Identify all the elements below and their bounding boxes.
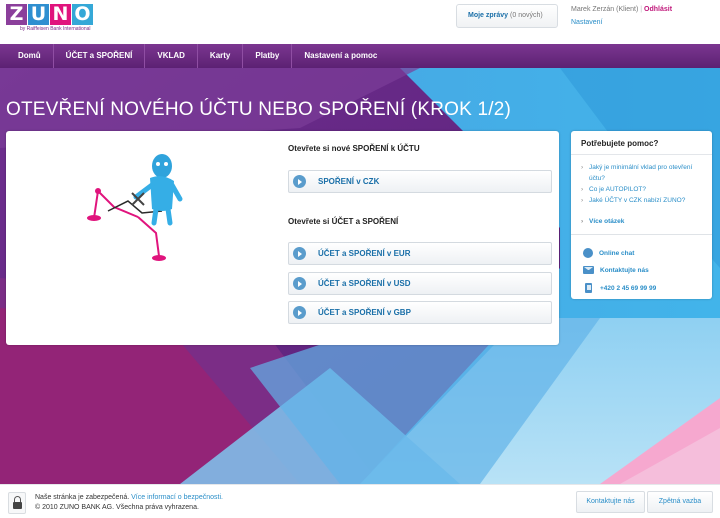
settings-link[interactable]: Nastavení <box>571 19 672 26</box>
nav-item-settings-help[interactable]: Nastavení a pomoc <box>292 44 389 68</box>
contact-label: Kontaktujte nás <box>600 266 649 274</box>
arrow-right-icon <box>293 175 306 188</box>
nav-item-home[interactable]: Domů <box>6 44 54 68</box>
help-question-link[interactable]: Jaké ÚČTY v CZK nabízí ZUNO? <box>581 195 707 206</box>
main-nav: Domů ÚČET a SPOŘENÍ VKLAD Karty Platby N… <box>0 44 720 68</box>
separator: | <box>640 6 643 13</box>
messages-count: (0 nových) <box>510 12 543 19</box>
help-question-link[interactable]: Jaký je minimální vklad pro otevření účt… <box>581 162 707 184</box>
option-label: ÚČET a SPOŘENÍ v EUR <box>318 249 411 258</box>
arrow-right-icon <box>293 247 306 260</box>
online-chat-link[interactable]: Online chat <box>583 248 634 258</box>
option-account-savings-gbp[interactable]: ÚČET a SPOŘENÍ v GBP <box>288 301 552 324</box>
nav-item-payments[interactable]: Platby <box>243 44 293 68</box>
option-label: ÚČET a SPOŘENÍ v GBP <box>318 308 411 317</box>
feedback-button[interactable]: Zpětná vazba <box>647 491 713 513</box>
account-options-panel: Otevřete si nové SPOŘENÍ k ÚČTU SPOŘENÍ … <box>6 131 559 345</box>
divider <box>571 234 712 235</box>
arrow-right-icon <box>293 306 306 319</box>
logout-link[interactable]: Odhlásit <box>644 6 672 13</box>
logo-letter: U <box>28 4 49 25</box>
security-notice: Naše stránka je zabezpečená. Více inform… <box>35 494 223 501</box>
logo-tagline: by Raiffeisen Bank International <box>20 26 91 32</box>
page-title: OTEVŘENÍ NOVÉHO ÚČTU NEBO SPOŘENÍ (KROK … <box>6 99 511 120</box>
nav-item-cards[interactable]: Karty <box>198 44 244 68</box>
contact-us-link[interactable]: Kontaktujte nás <box>583 266 649 274</box>
copyright: © 2010 ZUNO BANK AG. Všechna práva vyhra… <box>35 504 199 511</box>
secure-text: Naše stránka je zabezpečená. <box>35 494 130 501</box>
help-sidebar: Potřebujete pomoc? Jaký je minimální vkl… <box>571 131 712 299</box>
help-question-link[interactable]: Co je AUTOPILOT? <box>581 184 707 195</box>
option-account-savings-eur[interactable]: ÚČET a SPOŘENÍ v EUR <box>288 242 552 265</box>
option-label: ÚČET a SPOŘENÍ v USD <box>318 279 411 288</box>
option-account-savings-usd[interactable]: ÚČET a SPOŘENÍ v USD <box>288 272 552 295</box>
more-questions-link[interactable]: Více otázek <box>581 218 625 225</box>
header: Z U N O by Raiffeisen Bank International… <box>0 0 720 44</box>
phone-number: +420 2 45 69 99 99 <box>583 283 656 293</box>
chat-icon <box>583 248 593 258</box>
nav-item-deposit[interactable]: VKLAD <box>145 44 198 68</box>
contact-us-button[interactable]: Kontaktujte nás <box>576 491 645 513</box>
divider <box>571 154 712 155</box>
option-label: SPOŘENÍ v CZK <box>318 177 380 186</box>
user-name: Marek Zerzán (Klient) <box>571 6 639 13</box>
section-title-savings: Otevřete si nové SPOŘENÍ k ÚČTU <box>288 144 420 153</box>
security-info-link[interactable]: Více informací o bezpečnosti. <box>131 494 223 501</box>
zuno-logo[interactable]: Z U N O by Raiffeisen Bank International <box>6 4 93 32</box>
user-area: Marek Zerzán (Klient) | Odhlásit Nastave… <box>571 6 672 26</box>
lock-icon <box>8 492 26 514</box>
nav-item-account-savings[interactable]: ÚČET a SPOŘENÍ <box>54 44 146 68</box>
chat-label: Online chat <box>599 249 635 257</box>
arrow-right-icon <box>293 277 306 290</box>
option-savings-czk[interactable]: SPOŘENÍ v CZK <box>288 170 552 193</box>
help-questions: Jaký je minimální vklad pro otevření účt… <box>581 162 707 206</box>
logo-letter: N <box>50 4 71 25</box>
my-messages-button[interactable]: Moje zprávy (0 nových) <box>456 4 558 28</box>
logo-letter: Z <box>6 4 27 25</box>
phone-icon <box>585 283 592 293</box>
logo-letter: O <box>72 4 93 25</box>
phone-label: +420 2 45 69 99 99 <box>600 284 657 292</box>
section-title-account-savings: Otevřete si ÚČET a SPOŘENÍ <box>288 217 399 226</box>
help-title: Potřebujete pomoc? <box>581 139 659 148</box>
illustration-image <box>87 154 183 261</box>
footer: Naše stránka je zabezpečená. Více inform… <box>0 484 720 518</box>
mail-icon <box>583 266 594 274</box>
messages-label: Moje zprávy <box>468 12 509 19</box>
